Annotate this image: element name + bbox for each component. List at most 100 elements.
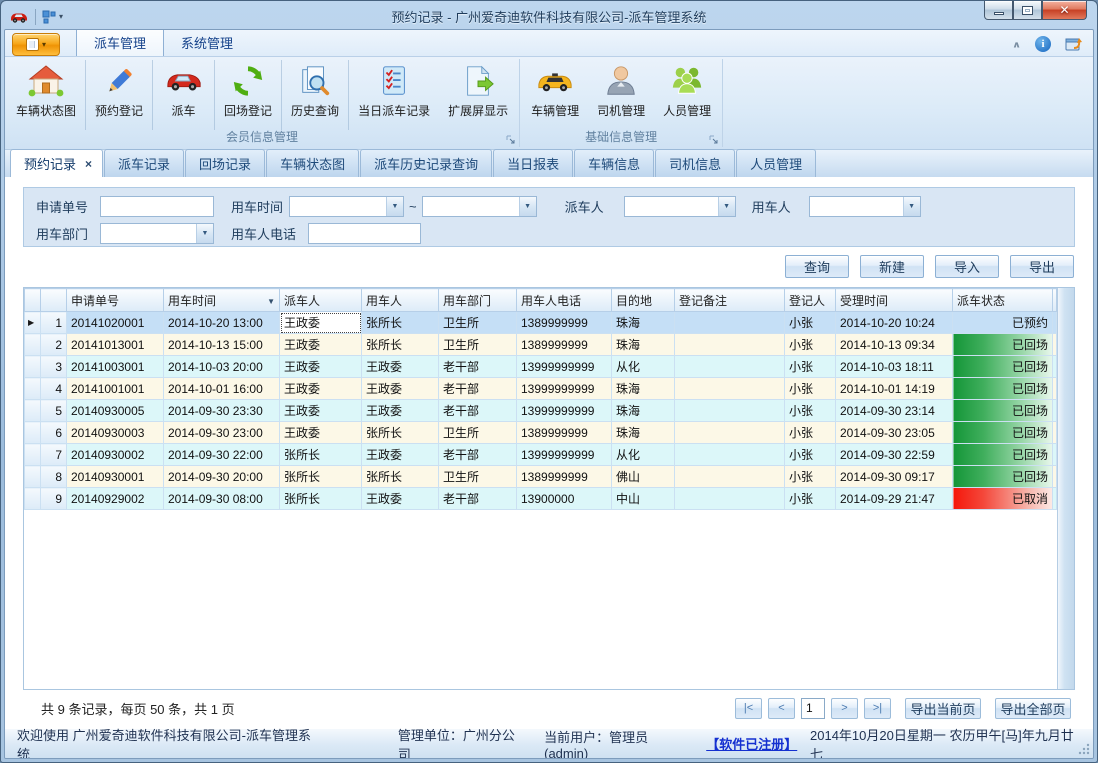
- collapse-ribbon-icon[interactable]: ∧: [1012, 39, 1021, 49]
- cell-dept[interactable]: 老干部: [439, 444, 517, 466]
- doc-tab-personnel[interactable]: 人员管理: [736, 149, 816, 177]
- cell-dept[interactable]: 卫生所: [439, 312, 517, 334]
- cell-remark[interactable]: [675, 312, 785, 334]
- cell-registrar[interactable]: 小张: [785, 444, 836, 466]
- cell-destination[interactable]: 珠海: [612, 312, 675, 334]
- cell-apply-no[interactable]: 20140929002: [67, 488, 164, 510]
- cell-apply-no[interactable]: 20140930002: [67, 444, 164, 466]
- new-button[interactable]: 新建: [860, 255, 924, 278]
- cell-use-time[interactable]: 2014-09-30 22:00: [164, 444, 280, 466]
- cell-accept-time[interactable]: 2014-10-03 18:11: [836, 356, 953, 378]
- window-switch-icon[interactable]: [1065, 36, 1083, 52]
- table-row[interactable]: 2 20141013001 2014-10-13 15:00 王政委 张所长 卫…: [25, 334, 1057, 356]
- cell-dept[interactable]: 卫生所: [439, 466, 517, 488]
- cell-accept-time[interactable]: 2014-09-30 23:05: [836, 422, 953, 444]
- row-indicator[interactable]: [25, 312, 41, 334]
- cell-registrar[interactable]: 小张: [785, 312, 836, 334]
- cell-apply-no[interactable]: 20140930005: [67, 400, 164, 422]
- table-row[interactable]: 7 20140930002 2014-09-30 22:00 张所长 王政委 老…: [25, 444, 1057, 466]
- application-menu-button[interactable]: ▾: [12, 33, 60, 56]
- page-number-input[interactable]: 1: [801, 698, 825, 719]
- header-remark[interactable]: 登记备注: [675, 289, 785, 312]
- cell-remark[interactable]: [675, 466, 785, 488]
- cell-phone[interactable]: 13900000: [517, 488, 612, 510]
- extended-screen-button[interactable]: 扩展屏显示: [439, 60, 517, 130]
- query-button[interactable]: 查询: [785, 255, 849, 278]
- first-page-button[interactable]: |<: [735, 698, 762, 719]
- cell-use-time[interactable]: 2014-09-30 23:30: [164, 400, 280, 422]
- row-indicator[interactable]: [25, 334, 41, 356]
- cell-phone[interactable]: 1389999999: [517, 422, 612, 444]
- cell-remark[interactable]: [675, 422, 785, 444]
- doc-tab-history-query[interactable]: 派车历史记录查询: [360, 149, 492, 177]
- cell-phone[interactable]: 1389999999: [517, 312, 612, 334]
- row-indicator[interactable]: [25, 488, 41, 510]
- cell-use-time[interactable]: 2014-10-13 15:00: [164, 334, 280, 356]
- cell-dispatch-status[interactable]: 已取消: [953, 488, 1053, 510]
- cell-phone[interactable]: 13999999999: [517, 356, 612, 378]
- cell-dispatcher[interactable]: 王政委: [280, 400, 362, 422]
- cell-apply-no[interactable]: 20140930003: [67, 422, 164, 444]
- cell-dispatch-status[interactable]: 已回场: [953, 444, 1053, 466]
- cell-dept[interactable]: 卫生所: [439, 334, 517, 356]
- header-use-time[interactable]: ▼用车时间: [164, 289, 280, 312]
- cell-phone[interactable]: 1389999999: [517, 466, 612, 488]
- row-indicator[interactable]: [25, 378, 41, 400]
- cell-registrar[interactable]: 小张: [785, 378, 836, 400]
- header-accept-time[interactable]: 受理时间: [836, 289, 953, 312]
- cell-registrar[interactable]: 小张: [785, 356, 836, 378]
- minimize-button[interactable]: [984, 1, 1013, 20]
- doc-tab-vehicle-info[interactable]: 车辆信息: [574, 149, 654, 177]
- today-dispatch-records-button[interactable]: 当日派车记录: [349, 60, 439, 130]
- phone-input[interactable]: [308, 223, 421, 244]
- cell-use-time[interactable]: 2014-09-30 23:00: [164, 422, 280, 444]
- filter-arrow-icon[interactable]: ▼: [267, 297, 275, 306]
- header-registrar[interactable]: 登记人: [785, 289, 836, 312]
- export-all-pages-button[interactable]: 导出全部页: [995, 698, 1071, 719]
- personnel-management-button[interactable]: 人员管理: [654, 60, 720, 130]
- import-button[interactable]: 导入: [935, 255, 999, 278]
- cell-registrar[interactable]: 小张: [785, 334, 836, 356]
- cell-remark[interactable]: [675, 400, 785, 422]
- doc-tab-daily-report[interactable]: 当日报表: [493, 149, 573, 177]
- apply-no-input[interactable]: [100, 196, 214, 217]
- close-tab-icon[interactable]: ×: [85, 159, 92, 169]
- cell-apply-no[interactable]: 20141003001: [67, 356, 164, 378]
- cell-destination[interactable]: 佛山: [612, 466, 675, 488]
- cell-user[interactable]: 王政委: [362, 488, 439, 510]
- row-indicator[interactable]: [25, 400, 41, 422]
- cell-destination[interactable]: 从化: [612, 356, 675, 378]
- cell-destination[interactable]: 从化: [612, 444, 675, 466]
- doc-tab-return-records[interactable]: 回场记录: [185, 149, 265, 177]
- use-time-from-combo[interactable]: ▼: [289, 196, 404, 217]
- table-row[interactable]: 5 20140930005 2014-09-30 23:30 王政委 王政委 老…: [25, 400, 1057, 422]
- header-destination[interactable]: 目的地: [612, 289, 675, 312]
- use-time-to-combo[interactable]: ▼: [422, 196, 537, 217]
- next-page-button[interactable]: >: [831, 698, 858, 719]
- cell-dispatch-status[interactable]: 已预约: [953, 312, 1053, 334]
- header-phone[interactable]: 用车人电话: [517, 289, 612, 312]
- cell-phone[interactable]: 13999999999: [517, 378, 612, 400]
- export-current-page-button[interactable]: 导出当前页: [905, 698, 981, 719]
- cell-dispatcher[interactable]: 王政委: [280, 378, 362, 400]
- vertical-scrollbar[interactable]: [1057, 288, 1074, 689]
- cell-user[interactable]: 张所长: [362, 422, 439, 444]
- cell-remark[interactable]: [675, 444, 785, 466]
- cell-dispatcher[interactable]: 王政委: [280, 334, 362, 356]
- cell-remark[interactable]: [675, 378, 785, 400]
- dialog-launcher-icon[interactable]: [506, 135, 515, 144]
- cell-accept-time[interactable]: 2014-10-20 10:24: [836, 312, 953, 334]
- cell-destination[interactable]: 珠海: [612, 334, 675, 356]
- prev-page-button[interactable]: <: [768, 698, 795, 719]
- title-bar[interactable]: ▾ 预约记录 - 广州爱奇迪软件科技有限公司-派车管理系统 ✕: [1, 1, 1097, 29]
- reservation-register-button[interactable]: 预约登记: [86, 60, 153, 130]
- doc-tab-driver-info[interactable]: 司机信息: [655, 149, 735, 177]
- cell-user[interactable]: 王政委: [362, 378, 439, 400]
- cell-phone[interactable]: 13999999999: [517, 400, 612, 422]
- row-indicator[interactable]: [25, 444, 41, 466]
- table-row[interactable]: 1 20141020001 2014-10-20 13:00 王政委 张所长 卫…: [25, 312, 1057, 334]
- cell-apply-no[interactable]: 20141013001: [67, 334, 164, 356]
- cell-remark[interactable]: [675, 356, 785, 378]
- cell-user[interactable]: 张所长: [362, 334, 439, 356]
- cell-registrar[interactable]: 小张: [785, 400, 836, 422]
